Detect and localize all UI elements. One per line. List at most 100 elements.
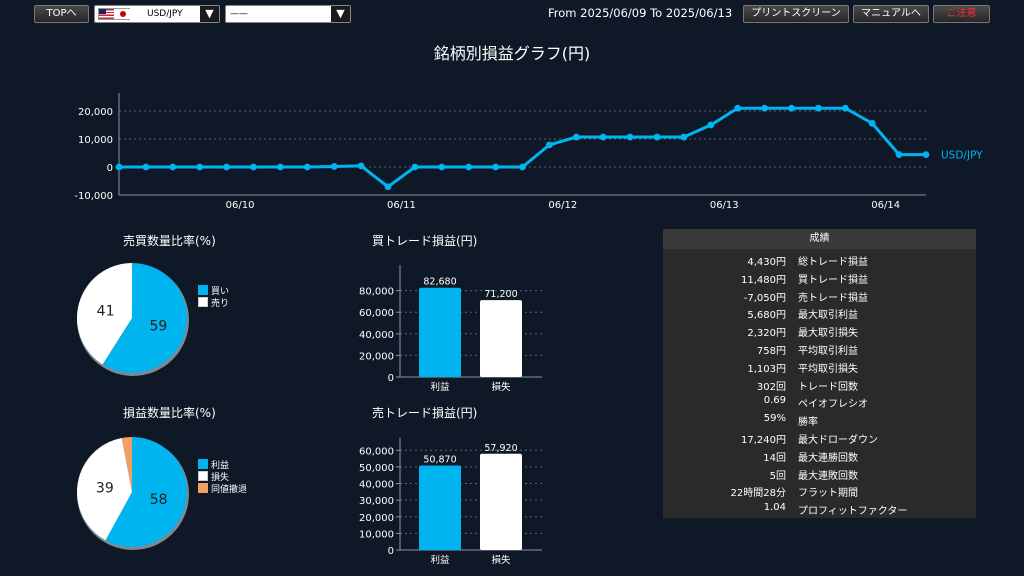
close-button[interactable]: ご注意 — [933, 5, 990, 23]
stats-label: 平均取引損失 — [798, 363, 858, 375]
stats-value: 5回 — [769, 470, 786, 482]
chevron-down-icon[interactable]: ▼ — [200, 6, 219, 22]
series-line — [119, 106, 926, 189]
legend-item-draw: 同値撤退 — [198, 482, 247, 495]
data-point — [868, 119, 876, 127]
bar-value-label: 57,920 — [484, 443, 517, 454]
trade-ratio-pie-title: 売買数量比率(%) — [123, 234, 216, 248]
data-point — [492, 163, 499, 171]
data-point — [734, 104, 742, 112]
y-tick-label: -10,000 — [74, 191, 113, 202]
x-tick-label: 利益 — [430, 381, 450, 393]
data-point — [438, 163, 446, 171]
stats-label: 買トレード損益 — [798, 274, 868, 286]
y-tick-label: 0 — [388, 373, 394, 384]
stats-row: 5,680円 最大取引利益 — [663, 304, 976, 322]
stats-value: 5,680円 — [747, 310, 786, 322]
y-tick-label: 0 — [107, 163, 113, 174]
x-tick-label: 06/13 — [710, 200, 739, 211]
y-tick-label: 80,000 — [359, 287, 394, 298]
bar-value-label: 71,200 — [484, 289, 517, 300]
stats-row: 302回 トレード回数 — [663, 376, 976, 394]
stats-value: 4,430円 — [747, 257, 786, 268]
data-point — [815, 104, 822, 112]
stats-value: 0.69 — [763, 395, 786, 407]
currency-pair-value: USD/JPY — [147, 9, 183, 19]
stats-value: 1.04 — [763, 502, 786, 514]
bar — [480, 453, 522, 550]
stats-value: 11,480円 — [741, 274, 786, 286]
data-point — [465, 163, 473, 171]
y-tick-label: 40,000 — [359, 330, 394, 341]
performance-stats-panel: 成績 4,430円 総トレード損益 11,480円 買トレード損益 -7,050円 売トレ… — [663, 229, 976, 518]
data-point — [142, 163, 150, 171]
y-tick-label: 20,000 — [359, 513, 394, 524]
buy-trade-bar-chart: 80,000 60,000 40,000 20,000 0 82,680 利益 71,200 損… — [359, 265, 542, 393]
data-point — [626, 133, 634, 141]
pnl-ratio-pie-title: 損益数量比率(%) — [123, 406, 216, 420]
legend-item-loss: 損失 — [198, 470, 247, 483]
trade-ratio-pie-chart: 59 41 — [77, 263, 189, 376]
y-tick-label: 10,000 — [359, 529, 394, 540]
secondary-select[interactable]: —— ▼ — [225, 5, 351, 23]
stats-header: 成績 — [663, 229, 976, 249]
pie-value-label: 58 — [150, 492, 168, 508]
pie-value-label: 41 — [97, 303, 115, 319]
stats-value: 2,320円 — [747, 328, 786, 340]
stats-row: 5回 最大連敗回数 — [663, 465, 976, 483]
y-tick-label: 60,000 — [359, 308, 394, 319]
manual-button[interactable]: マニュアルへ — [853, 5, 929, 23]
stats-label: 最大ドローダウン — [798, 435, 878, 446]
bar — [419, 287, 461, 377]
data-point — [169, 163, 177, 171]
pie-value-label: 59 — [149, 319, 167, 335]
pnl-line-chart: 20,000 10,000 0 -10,000 06/10 06/11 06/12 06/13… — [74, 93, 983, 211]
data-point — [707, 121, 715, 129]
data-point — [680, 133, 688, 141]
x-tick-label: 06/12 — [548, 200, 577, 211]
stats-row: 17,240円 最大ドローダウン — [663, 429, 976, 447]
stats-value: 1,103円 — [747, 363, 786, 375]
stats-value: 302回 — [756, 381, 786, 393]
chevron-down-icon[interactable]: ▼ — [331, 6, 350, 22]
stats-label: 最大連勝回数 — [798, 452, 858, 464]
stats-row: 22時間28分 フラット期間 — [663, 482, 976, 500]
stats-label: 最大取引損失 — [798, 328, 858, 340]
bar-value-label: 50,870 — [423, 454, 456, 465]
stats-label: 平均取引利益 — [798, 346, 858, 357]
data-point — [330, 163, 338, 170]
stats-value: 59% — [763, 413, 786, 425]
stats-value: 17,240円 — [741, 435, 786, 446]
stats-row: 14回 最大連勝回数 — [663, 447, 976, 465]
stats-row: 758円 平均取引利益 — [663, 340, 976, 358]
stats-label: トレード回数 — [798, 381, 858, 393]
data-point — [599, 133, 607, 141]
currency-pair-select[interactable]: USD/JPY ▼ — [94, 5, 220, 23]
x-tick-label: 06/10 — [226, 200, 255, 211]
top-button[interactable]: TOPへ — [34, 5, 89, 23]
y-tick-label: 20,000 — [78, 107, 113, 118]
bar — [480, 300, 522, 377]
y-tick-label: 0 — [388, 546, 394, 557]
data-point — [384, 183, 392, 191]
data-point — [303, 163, 311, 171]
data-point — [519, 163, 526, 171]
y-tick-label: 30,000 — [359, 496, 394, 507]
x-tick-label: 06/11 — [387, 200, 416, 211]
data-point — [841, 104, 849, 112]
y-tick-label: 10,000 — [78, 135, 113, 146]
bar — [419, 465, 461, 550]
stats-label: 勝率 — [798, 417, 818, 429]
series-label: USD/JPY — [941, 150, 983, 162]
stats-value: 758円 — [756, 346, 786, 357]
data-point — [223, 163, 231, 171]
stats-label: ペイオフレシオ — [798, 399, 868, 411]
stats-label: 売トレード損益 — [798, 292, 868, 304]
print-screen-button[interactable]: プリントスクリーン — [743, 5, 849, 23]
us-jp-flag-icon — [98, 8, 130, 20]
x-tick-label: 損失 — [491, 554, 511, 566]
stats-row: 1,103円 平均取引損失 — [663, 358, 976, 376]
x-tick-label: 損失 — [491, 381, 511, 393]
secondary-select-value: —— — [230, 9, 248, 19]
pnl-ratio-legend: 利益 損失 同値撤退 — [198, 458, 247, 495]
